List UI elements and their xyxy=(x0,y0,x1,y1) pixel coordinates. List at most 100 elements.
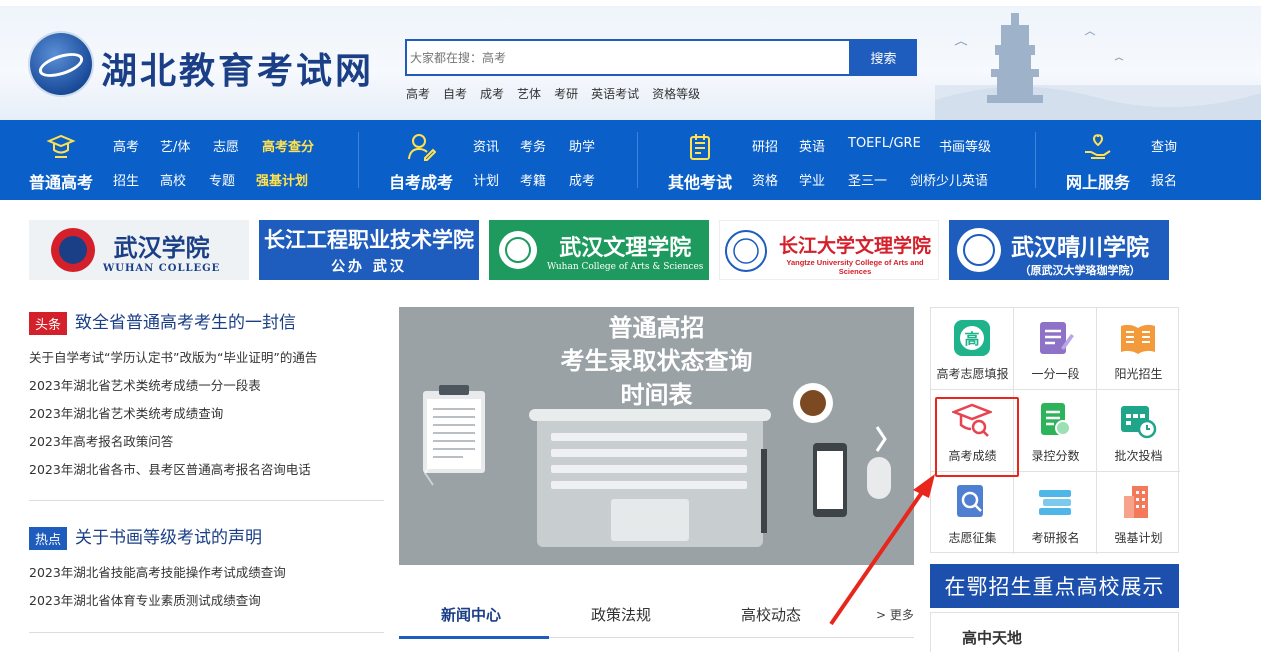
nav-link[interactable]: 圣三一 xyxy=(848,170,887,189)
svg-text:高: 高 xyxy=(964,330,979,348)
hot-link[interactable]: 成考 xyxy=(480,85,504,102)
nav-link[interactable]: 计划 xyxy=(473,170,499,189)
nav-link[interactable]: 考籍 xyxy=(520,170,546,189)
search-button[interactable]: 搜索 xyxy=(850,39,917,76)
hot-link[interactable]: 英语考试 xyxy=(591,85,639,102)
headline-text: 关于书画等级考试的声明 xyxy=(75,528,263,548)
hot-link[interactable]: 艺体 xyxy=(517,85,541,102)
list-item[interactable]: 2023年湖北省体育专业素质测试成绩查询 xyxy=(29,590,261,609)
open-book-icon xyxy=(1121,324,1155,354)
nav-link[interactable]: 资格 xyxy=(752,170,778,189)
nav-link[interactable]: 剑桥少儿英语 xyxy=(910,170,988,189)
college-seal-icon xyxy=(725,230,767,272)
nav-link[interactable]: 招生 xyxy=(113,170,139,189)
service-postgrad[interactable]: 考研报名 xyxy=(1014,472,1097,554)
hot-link[interactable]: 考研 xyxy=(554,85,578,102)
slide-title-line1: 普通高招 xyxy=(608,314,705,342)
notebook-icon xyxy=(690,134,710,160)
service-score-table[interactable]: 一分一段 xyxy=(1014,308,1097,390)
nav-separator xyxy=(358,132,359,188)
book-stack-icon xyxy=(1039,490,1071,515)
list-item[interactable]: 2023年湖北省艺术类统考成绩一分一段表 xyxy=(29,375,261,394)
nav-link-score-check[interactable]: 高考查分 xyxy=(262,136,314,155)
main-nav: 普通高考 高考 艺/体 志愿 高考查分 招生 高校 专题 强基计划 自考成考 资… xyxy=(0,120,1261,200)
banner-subtitle: （原武汉大学珞珈学院） xyxy=(1019,264,1141,277)
nav-link[interactable]: 英语 xyxy=(799,136,825,155)
service-label: 录控分数 xyxy=(1031,449,1080,463)
search-box xyxy=(405,39,851,76)
site-logo-icon[interactable] xyxy=(30,33,92,95)
banner-wuhan-college[interactable]: 武汉学院 WUHAN COLLEGE xyxy=(29,220,249,280)
nav-title-zikao[interactable]: 自考成考 xyxy=(389,169,453,193)
service-label: 阳光招生 xyxy=(1114,367,1163,381)
hand-heart-icon xyxy=(1085,134,1111,159)
building-icon xyxy=(1124,486,1148,518)
nav-link[interactable]: TOEFL/GRE xyxy=(848,136,921,151)
headline-hot[interactable]: 热点 关于书画等级考试的声明 xyxy=(29,523,262,550)
tab-news-center[interactable]: 新闻中心 xyxy=(441,604,501,625)
file-search-icon xyxy=(957,485,983,517)
list-item[interactable]: 2023年湖北省技能高考技能操作考试成绩查询 xyxy=(29,562,286,581)
list-item[interactable]: 关于自学考试“学历认定书”改版为“毕业证明”的通告 xyxy=(29,347,317,366)
document-edit-icon xyxy=(1040,322,1074,354)
banner-wuhan-arts[interactable]: 武汉文理学院 Wuhan College of Arts & Sciences xyxy=(489,220,709,280)
divider xyxy=(29,500,384,501)
hot-link[interactable]: 高考 xyxy=(406,85,430,102)
nav-link[interactable]: 艺/体 xyxy=(160,136,190,155)
headline-top[interactable]: 头条 致全省普通高考考生的一封信 xyxy=(29,308,296,335)
yellow-crane-tower-illustration xyxy=(935,13,1261,120)
list-item[interactable]: 2023年高考报名政策问答 xyxy=(29,431,173,450)
red-arrow-annotation xyxy=(829,474,935,626)
calendar-clock-icon xyxy=(1121,406,1157,439)
highlight-box xyxy=(935,397,1019,477)
nav-link[interactable]: 资讯 xyxy=(473,136,499,155)
showcase-title[interactable]: 在鄂招生重点高校展示 xyxy=(930,564,1179,608)
service-label: 一分一段 xyxy=(1031,367,1080,381)
nav-link[interactable]: 成考 xyxy=(569,170,595,189)
banner-title: 长江工程职业技术学院 xyxy=(264,227,474,252)
hot-link[interactable]: 资格等级 xyxy=(652,85,700,102)
subsection-title[interactable]: 高中天地 xyxy=(962,627,1022,648)
nav-link[interactable]: 研招 xyxy=(752,136,778,155)
service-strong-base[interactable]: 强基计划 xyxy=(1097,472,1180,554)
nav-link[interactable]: 志愿 xyxy=(213,136,239,155)
college-seal-icon xyxy=(957,228,1001,272)
banner-subtitle: Yangtze University College of Arts and S… xyxy=(786,258,924,276)
service-label: 高考志愿填报 xyxy=(936,367,1009,381)
headline-text: 致全省普通高考考生的一封信 xyxy=(75,313,297,333)
nav-link[interactable]: 高考 xyxy=(113,136,139,155)
nav-link-strong-base[interactable]: 强基计划 xyxy=(256,170,308,189)
service-sunshine[interactable]: 阳光招生 xyxy=(1097,308,1180,390)
list-item[interactable]: 2023年湖北省艺术类统考成绩查询 xyxy=(29,403,223,422)
search-input[interactable] xyxy=(407,41,849,74)
tag-top: 头条 xyxy=(29,311,68,335)
site-logo-text[interactable]: 湖北教育考试网 xyxy=(101,42,374,94)
nav-link[interactable]: 学业 xyxy=(799,170,825,189)
banner-qingchuan[interactable]: 武汉晴川学院 （原武汉大学珞珈学院） xyxy=(949,220,1169,280)
banner-title: 武汉晴川学院 xyxy=(1011,234,1149,261)
service-control-score[interactable]: 录控分数 xyxy=(1014,390,1097,472)
tab-university-news[interactable]: 高校动态 xyxy=(741,604,801,625)
tab-policy[interactable]: 政策法规 xyxy=(591,604,651,625)
service-gaokao-volunteer[interactable]: 高 高考志愿填报 xyxy=(931,308,1014,390)
nav-link[interactable]: 专题 xyxy=(209,170,235,189)
hot-link[interactable]: 自考 xyxy=(443,85,467,102)
service-batch[interactable]: 批次投档 xyxy=(1097,390,1180,472)
nav-link-query[interactable]: 查询 xyxy=(1151,136,1177,155)
nav-title-other[interactable]: 其他考试 xyxy=(668,169,732,193)
nav-link-register[interactable]: 报名 xyxy=(1151,170,1177,189)
list-item[interactable]: 2023年湖北省各市、县考区普通高考报名咨询电话 xyxy=(29,459,311,478)
gao-badge-icon: 高 xyxy=(954,320,990,356)
nav-link[interactable]: 高校 xyxy=(160,170,186,189)
service-label: 强基计划 xyxy=(1114,531,1163,545)
nav-title-online[interactable]: 网上服务 xyxy=(1066,169,1130,193)
banner-changjiang-engineering[interactable]: 长江工程职业技术学院 公办 武汉 xyxy=(259,220,479,280)
self-study-icon xyxy=(408,134,436,161)
nav-link[interactable]: 书画等级 xyxy=(939,136,991,155)
nav-title-gaokao[interactable]: 普通高考 xyxy=(29,169,93,193)
divider xyxy=(29,632,384,633)
score-search-icon xyxy=(1041,403,1071,436)
nav-link[interactable]: 考务 xyxy=(520,136,546,155)
banner-yangtze-arts[interactable]: 长江大学文理学院 Yangtze University College of A… xyxy=(719,220,939,280)
nav-link[interactable]: 助学 xyxy=(569,136,595,155)
